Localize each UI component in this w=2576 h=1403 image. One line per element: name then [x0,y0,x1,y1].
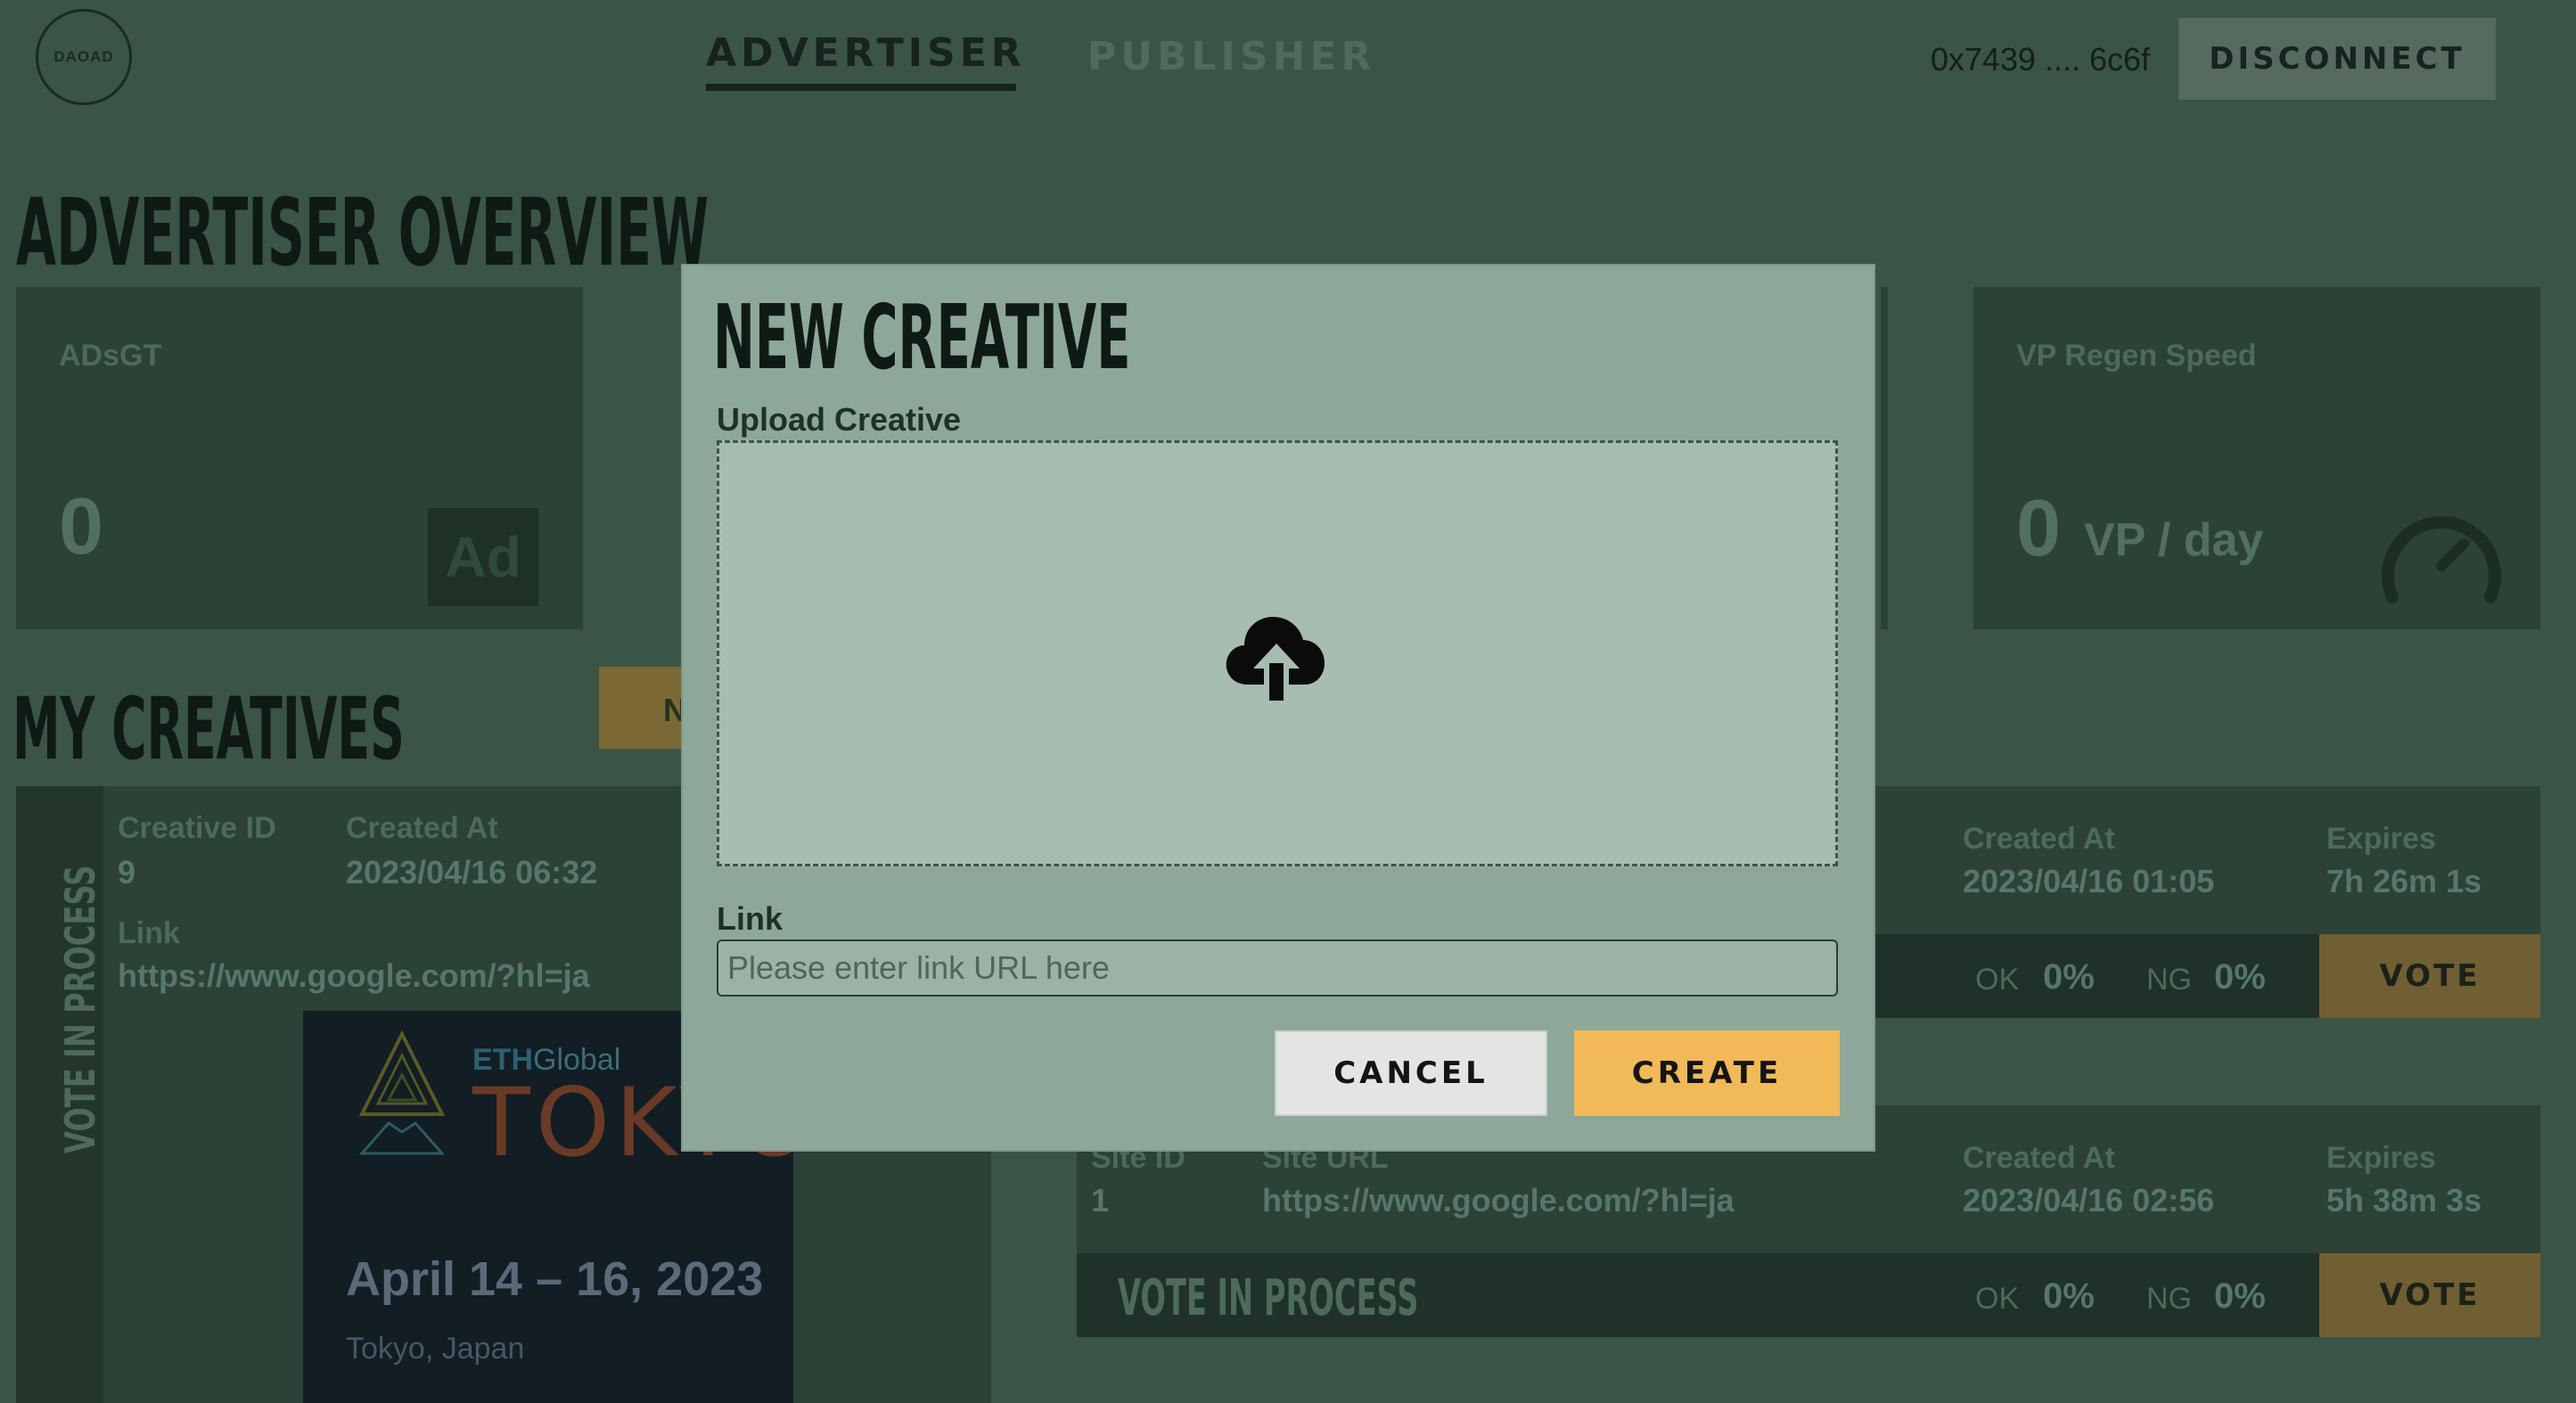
modal-title: NEW CREATIVE [713,285,1131,390]
cloud-upload-icon [1226,617,1325,701]
link-url-input[interactable] [717,939,1838,997]
create-button[interactable]: CREATE [1574,1030,1840,1116]
cancel-button[interactable]: CANCEL [1275,1030,1547,1116]
link-label: Link [717,900,783,937]
upload-creative-label: Upload Creative [717,401,962,438]
